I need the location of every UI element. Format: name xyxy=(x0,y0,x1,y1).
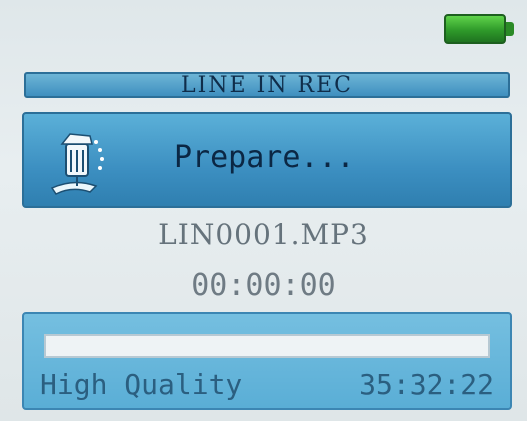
device-screen: LINE IN REC Prepare... LIN0001.MP3 00:00… xyxy=(0,0,527,421)
bottom-panel: High Quality 35:32:22 xyxy=(22,312,512,410)
remaining-time: 35:32:22 xyxy=(359,368,494,401)
battery-icon xyxy=(444,10,516,48)
line-in-recorder-icon xyxy=(44,128,114,198)
quality-label: High Quality xyxy=(40,368,243,401)
battery-body xyxy=(444,14,506,44)
battery-tip xyxy=(506,22,514,36)
title-bar: LINE IN REC xyxy=(24,72,510,98)
recording-progress-bar xyxy=(44,334,490,358)
status-text: Prepare... xyxy=(174,140,355,175)
status-panel: Prepare... xyxy=(22,112,512,208)
elapsed-time: 00:00:00 xyxy=(191,268,336,303)
file-name: LIN0001.MP3 xyxy=(158,218,369,251)
screen-title: LINE IN REC xyxy=(181,72,353,98)
